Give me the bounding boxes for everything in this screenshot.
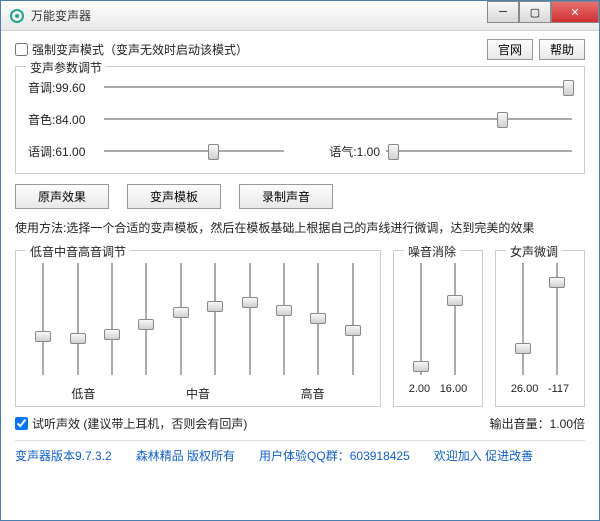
- app-icon: [9, 8, 25, 24]
- copyright-text: 森林精品 版权所有: [136, 447, 235, 464]
- help-button[interactable]: 帮助: [539, 39, 585, 60]
- eq-slider-4[interactable]: [171, 259, 191, 379]
- noise-title: 噪音消除: [404, 243, 460, 260]
- noise-slider-0[interactable]: [411, 259, 431, 379]
- mood-label: 语气:1.00: [320, 143, 380, 160]
- eq-slider-2[interactable]: [102, 259, 122, 379]
- female-group: 女声微调 26.00 -117: [495, 250, 585, 407]
- tone-slider[interactable]: [104, 141, 284, 161]
- pitch-label: 音调:99.60: [28, 79, 98, 96]
- female-val-1: -117: [548, 383, 569, 395]
- version-link[interactable]: 变声器版本9.7.3.2: [15, 447, 112, 464]
- female-title: 女声微调: [506, 243, 562, 260]
- force-mode-checkbox[interactable]: [15, 43, 28, 56]
- record-button[interactable]: 录制声音: [239, 184, 333, 209]
- noise-val-1: 16.00: [440, 383, 468, 395]
- titlebar: 万能变声器 ─ ▢ ✕: [1, 1, 599, 31]
- timbre-label: 音色:84.00: [28, 111, 98, 128]
- female-val-0: 26.00: [511, 383, 539, 395]
- pitch-slider[interactable]: [104, 77, 572, 97]
- qq-link[interactable]: 603918425: [350, 449, 410, 463]
- params-group-title: 变声参数调节: [26, 59, 106, 76]
- close-button[interactable]: ✕: [551, 1, 599, 23]
- eq-mid-label: 中音: [186, 385, 210, 402]
- official-site-button[interactable]: 官网: [487, 39, 533, 60]
- maximize-button[interactable]: ▢: [519, 1, 551, 23]
- noise-group: 噪音消除 2.00 16.00: [393, 250, 483, 407]
- preview-row[interactable]: 试听声效 (建议带上耳机，否则会有回声): [15, 415, 247, 432]
- female-slider-0[interactable]: [513, 259, 533, 379]
- eq-slider-3[interactable]: [136, 259, 156, 379]
- noise-slider-1[interactable]: [445, 259, 465, 379]
- join-link[interactable]: 欢迎加入 促进改善: [434, 447, 533, 464]
- window-title: 万能变声器: [31, 7, 91, 24]
- eq-group: 低音中音高音调节 低音 中音 高音: [15, 250, 381, 407]
- original-sound-button[interactable]: 原声效果: [15, 184, 109, 209]
- eq-slider-5[interactable]: [205, 259, 225, 379]
- eq-high-label: 高音: [301, 385, 325, 402]
- preview-label: 试听声效 (建议带上耳机，否则会有回声): [32, 415, 247, 432]
- eq-slider-7[interactable]: [274, 259, 294, 379]
- female-slider-1[interactable]: [547, 259, 567, 379]
- output-volume: 输出音量：1.00倍: [490, 415, 585, 432]
- eq-low-label: 低音: [71, 385, 95, 402]
- eq-slider-1[interactable]: [68, 259, 88, 379]
- usage-text: 使用方法:选择一个合适的变声模板，然后在模板基础上根据自己的声线进行微调，达到完…: [15, 219, 585, 236]
- eq-slider-6[interactable]: [240, 259, 260, 379]
- status-bar: 变声器版本9.7.3.2 森林精品 版权所有 用户体验QQ群：603918425…: [15, 440, 585, 464]
- minimize-button[interactable]: ─: [487, 1, 519, 23]
- tone-label: 语调:61.00: [28, 143, 98, 160]
- mood-slider[interactable]: [386, 141, 572, 161]
- eq-slider-0[interactable]: [33, 259, 53, 379]
- eq-title: 低音中音高音调节: [26, 243, 130, 260]
- force-mode-row[interactable]: 强制变声模式（变声无效时启动该模式）: [15, 41, 248, 58]
- noise-val-0: 2.00: [409, 383, 430, 395]
- preview-checkbox[interactable]: [15, 417, 28, 430]
- force-mode-label: 强制变声模式（变声无效时启动该模式）: [32, 41, 248, 58]
- timbre-slider[interactable]: [104, 109, 572, 129]
- template-button[interactable]: 变声模板: [127, 184, 221, 209]
- params-group: 变声参数调节 音调:99.60 音色:84.00 语调:61.00 语气:1.0…: [15, 66, 585, 174]
- eq-slider-8[interactable]: [308, 259, 328, 379]
- qq-group: 用户体验QQ群：603918425: [259, 447, 410, 464]
- eq-slider-9[interactable]: [343, 259, 363, 379]
